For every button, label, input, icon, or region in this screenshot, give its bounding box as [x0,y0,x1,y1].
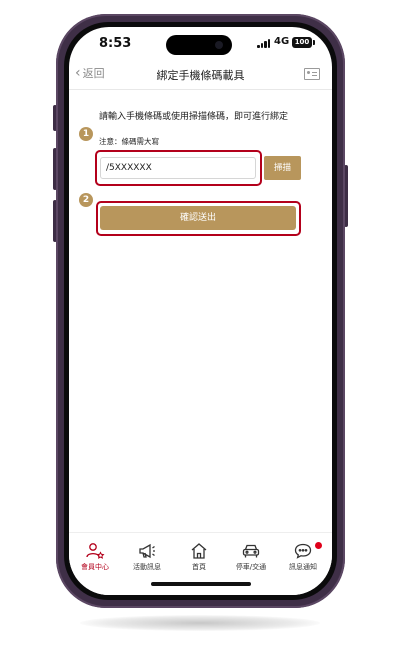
battery-icon: 100 [292,37,315,48]
step-2-badge: 2 [79,193,93,207]
tab-label-home: 首頁 [192,563,206,571]
tab-home[interactable]: 首頁 [173,539,225,579]
step-1-badge: 1 [79,127,93,141]
dynamic-island [166,35,232,55]
tab-activities[interactable]: 活動訊息 [121,539,173,579]
page-title: 綁定手機條碼載具 [156,69,245,82]
chat-bubble-icon [294,543,312,559]
member-card-icon[interactable] [304,68,320,80]
camera-icon [215,41,223,49]
status-time: 8:53 [99,36,132,51]
signal-icon [257,39,271,48]
phone-shadow [80,615,320,631]
home-icon [191,543,207,559]
tab-parking[interactable]: 停車/交通 [225,539,277,579]
phone-screen: 8:53 4G 100 ‹ 返回 綁定手機條碼載具 1 請輸入手機條碼或使用掃描… [69,27,332,595]
scan-button[interactable]: 掃描 [264,156,301,180]
tab-label-parking: 停車/交通 [235,563,267,571]
notification-badge [315,542,322,549]
instruction-text: 請輸入手機條碼或使用掃描條碼，即可進行綁定 [99,112,289,122]
status-bar: 8:53 4G 100 [69,27,332,59]
nav-divider [69,89,332,90]
tab-label-notifications: 訊息通知 [289,563,317,571]
tab-member-center[interactable]: 會員中心 [69,539,121,579]
navigation-bar: ‹ 返回 綁定手機條碼載具 [69,59,332,89]
note-text: 注意：條碼需大寫 [99,137,159,146]
tab-label-member-center: 會員中心 [81,563,109,571]
barcode-input[interactable] [100,157,256,179]
car-icon [242,544,260,558]
tab-label-activities: 活動訊息 [133,563,161,571]
megaphone-icon [139,543,155,559]
home-indicator [151,582,251,586]
member-icon [86,543,105,559]
tab-notifications[interactable]: 訊息通知 [277,539,329,579]
submit-button[interactable]: 確認送出 [100,206,296,230]
network-type: 4G [274,36,290,47]
